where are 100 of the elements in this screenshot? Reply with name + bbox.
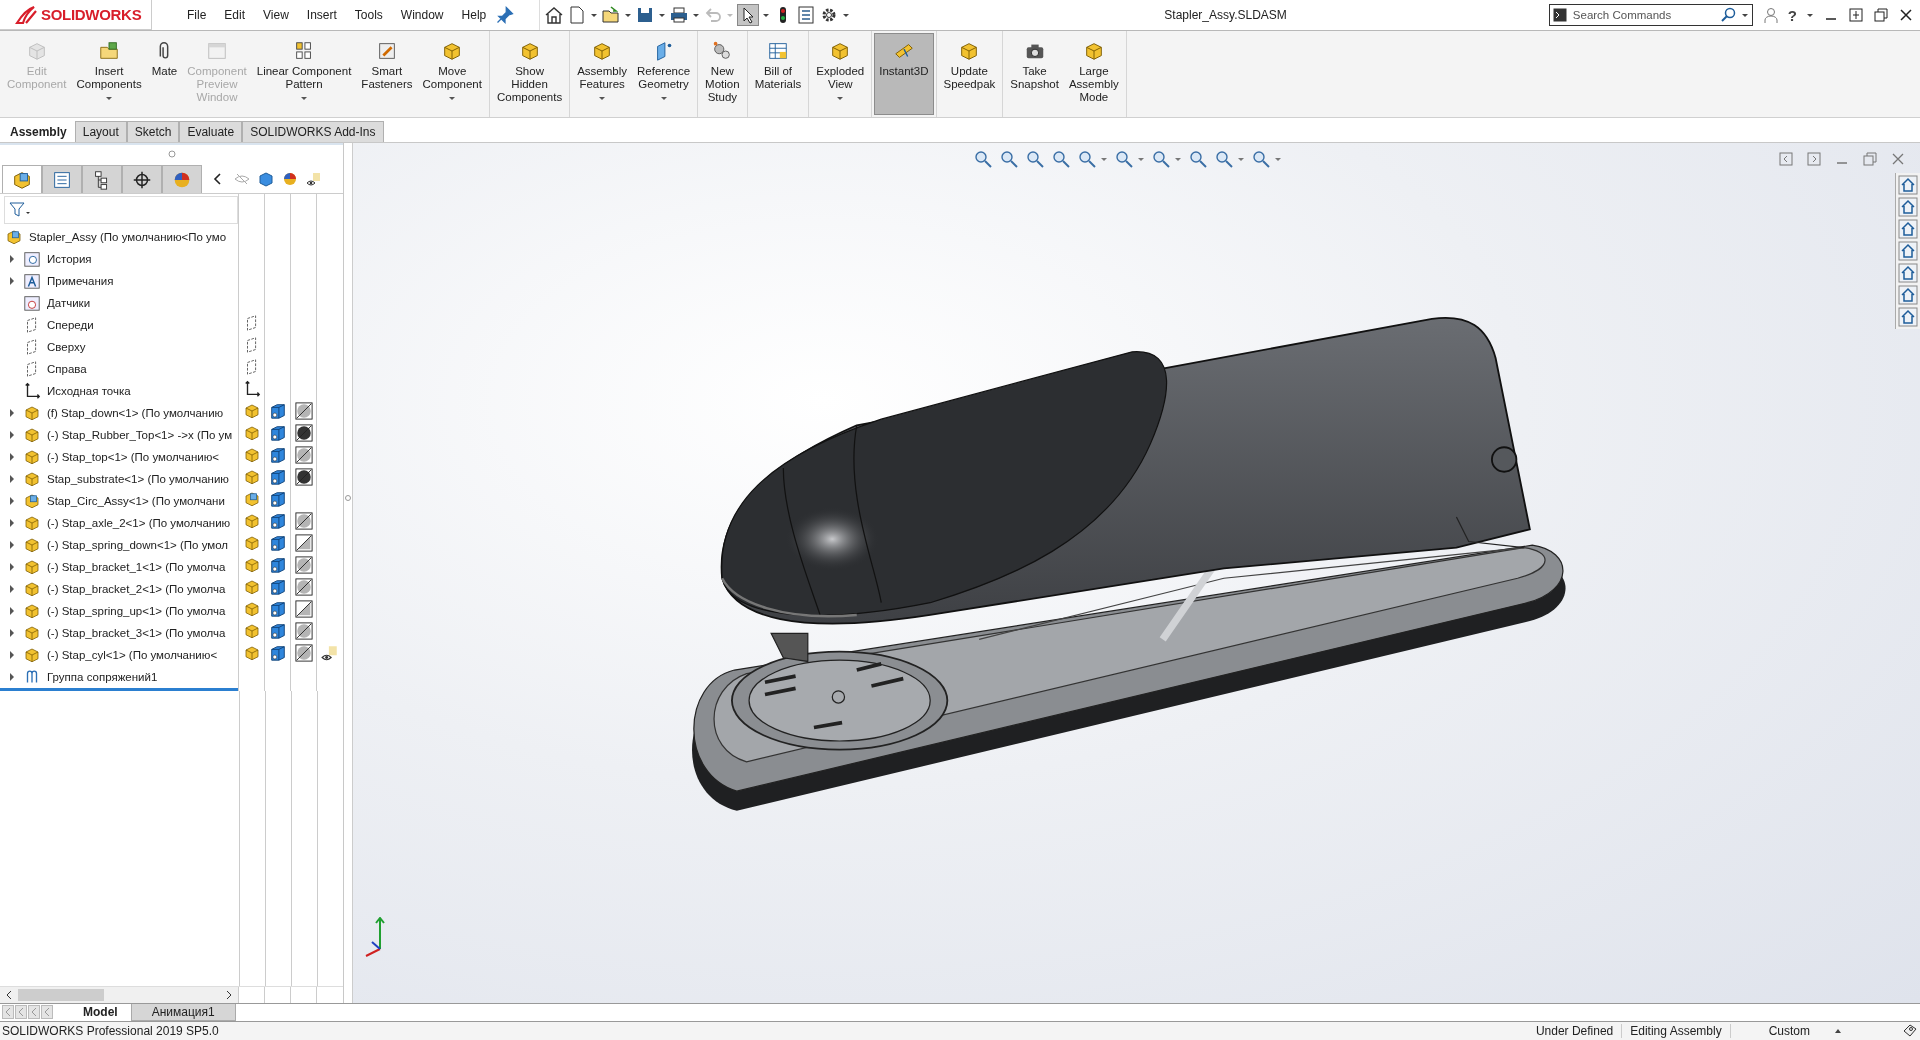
fit-window-icon[interactable]: [1848, 7, 1864, 23]
search-field[interactable]: Search Commands: [1570, 8, 1717, 22]
ribbon-command[interactable]: Reference Geometry: [632, 33, 696, 115]
caret-icon[interactable]: [1100, 155, 1108, 163]
tree-item[interactable]: (-) Stap_spring_down<1> (По умол: [0, 534, 238, 556]
tree-item[interactable]: (-) Stap_spring_up<1> (По умолча: [0, 600, 238, 622]
tree-item[interactable]: Stap_Circ_Assy<1> (По умолчани: [0, 490, 238, 512]
ribbon-command[interactable]: Show Hidden Components: [491, 33, 568, 115]
tree-item[interactable]: Исходная точка: [0, 380, 238, 402]
cube-icon[interactable]: [258, 171, 274, 187]
caret-icon[interactable]: [836, 94, 845, 102]
expand-arrow-icon[interactable]: [8, 474, 16, 484]
help-button[interactable]: ?: [1787, 6, 1797, 24]
expand-arrow-icon[interactable]: [8, 628, 16, 638]
model-tab[interactable]: Анимация1: [130, 1004, 236, 1021]
ribbon-command[interactable]: Exploded View: [811, 33, 870, 115]
caret-icon[interactable]: [300, 94, 309, 102]
ribbon-command[interactable]: Update Speedpak: [938, 33, 1001, 115]
eye-icon[interactable]: [306, 171, 322, 187]
caret-icon[interactable]: [1740, 11, 1749, 19]
splitter-handle-icon[interactable]: [167, 150, 176, 158]
horizontal-scrollbar[interactable]: [0, 987, 238, 1003]
ribbon-tab[interactable]: SOLIDWORKS Add-Ins: [242, 121, 384, 142]
ribbon-command[interactable]: Mate: [146, 33, 183, 115]
ribbon-tab[interactable]: Evaluate: [179, 121, 243, 142]
tree-item[interactable]: Справа: [0, 358, 238, 380]
menu-item[interactable]: Help: [452, 8, 496, 22]
filter-icon[interactable]: [9, 202, 31, 218]
zoom-area-icon[interactable]: [999, 149, 1019, 169]
tree-item[interactable]: (-) Stap_axle_2<1> (По умолчанию: [0, 512, 238, 534]
search-icon[interactable]: [1720, 7, 1737, 23]
menu-item[interactable]: Window: [391, 8, 453, 22]
home-icon[interactable]: [544, 5, 565, 25]
restore-icon[interactable]: [1873, 7, 1889, 23]
pin-icon[interactable]: [495, 5, 516, 25]
units-selector[interactable]: Custom: [1730, 1024, 1834, 1038]
expand-arrow-icon[interactable]: [8, 452, 16, 462]
tree-item[interactable]: (-) Stap_cyl<1> (По умолчанию<: [0, 644, 238, 666]
ribbon-command[interactable]: Large Assembly Mode: [1063, 33, 1124, 115]
caret-icon[interactable]: [624, 11, 633, 19]
panel-tab[interactable]: [2, 165, 42, 193]
caret-icon[interactable]: [1834, 1027, 1842, 1035]
menu-item[interactable]: File: [178, 8, 216, 22]
tree-item[interactable]: Примечания: [0, 270, 238, 292]
tree-item[interactable]: Stap_substrate<1> (По умолчанию: [0, 468, 238, 490]
caret-icon[interactable]: [105, 94, 114, 102]
close-icon[interactable]: [1898, 7, 1914, 23]
expand-arrow-icon[interactable]: [8, 276, 16, 286]
tile-left-icon[interactable]: [1778, 151, 1794, 167]
ribbon-tab[interactable]: Sketch: [126, 121, 180, 142]
expand-arrow-icon[interactable]: [8, 562, 16, 572]
expand-arrow-icon[interactable]: [8, 584, 16, 594]
expand-arrow-icon[interactable]: [8, 496, 16, 506]
ribbon-command[interactable]: Instant3D: [874, 33, 934, 115]
select-pointer-icon[interactable]: [737, 4, 760, 26]
ribbon-command[interactable]: Bill of Materials: [749, 33, 807, 115]
graphics-area[interactable]: [353, 143, 1920, 1003]
ribbon-command[interactable]: Take Snapshot: [1005, 33, 1064, 115]
caret-icon[interactable]: [590, 11, 599, 19]
tree-item[interactable]: (-) Stap_top<1> (По умолчанию<: [0, 446, 238, 468]
expand-arrow-icon[interactable]: [8, 650, 16, 660]
caret-icon[interactable]: [659, 94, 668, 102]
scroll-right-icon[interactable]: [224, 990, 234, 1000]
expand-arrow-icon[interactable]: [8, 408, 16, 418]
ribbon-command[interactable]: Assembly Features: [572, 33, 633, 115]
expand-arrow-icon[interactable]: [8, 672, 16, 682]
tree-item[interactable]: Группа сопряжений1: [0, 666, 238, 688]
ribbon-tab[interactable]: Layout: [74, 121, 127, 142]
panel-tab[interactable]: [42, 165, 82, 193]
caret-icon[interactable]: [1137, 155, 1145, 163]
caret-icon[interactable]: [658, 11, 667, 19]
tag-icon[interactable]: [1902, 1023, 1918, 1039]
expand-arrow-icon[interactable]: [8, 540, 16, 550]
menu-item[interactable]: Edit: [215, 8, 255, 22]
ribbon-command[interactable]: Linear Component Pattern: [251, 33, 357, 115]
ribbon-command[interactable]: Move Component: [417, 33, 487, 115]
menu-item[interactable]: View: [254, 8, 298, 22]
expand-arrow-icon[interactable]: [8, 606, 16, 616]
expand-arrow-icon[interactable]: [8, 254, 16, 264]
home-icon[interactable]: [1898, 175, 1918, 195]
splitter-handle-icon[interactable]: [344, 494, 352, 502]
panel-tab[interactable]: [122, 165, 162, 193]
tree-item[interactable]: (-) Stap_Rubber_Top<1> ->x (По ум: [0, 424, 238, 446]
tree-item[interactable]: История: [0, 248, 238, 270]
expand-arrow-icon[interactable]: [8, 518, 16, 528]
menu-item[interactable]: Insert: [297, 8, 346, 22]
ribbon-command[interactable]: Insert Components: [71, 33, 147, 115]
app-logo[interactable]: SOLIDWORKS: [0, 0, 152, 30]
scroll-left-icon[interactable]: [4, 990, 14, 1000]
tile-right-icon[interactable]: [1806, 151, 1822, 167]
open-folder-icon[interactable]: [601, 5, 622, 25]
tree-item[interactable]: (-) Stap_bracket_1<1> (По умолча: [0, 556, 238, 578]
search-bar[interactable]: Search Commands: [1548, 4, 1753, 26]
caret-icon[interactable]: [1806, 11, 1814, 19]
print-icon[interactable]: [669, 5, 690, 25]
caret-icon[interactable]: [692, 11, 701, 19]
zoom-to-fit-icon[interactable]: [973, 149, 993, 169]
caret-icon[interactable]: [598, 94, 607, 102]
user-icon[interactable]: [1762, 7, 1779, 23]
ribbon-command[interactable]: New Motion Study: [700, 33, 745, 115]
